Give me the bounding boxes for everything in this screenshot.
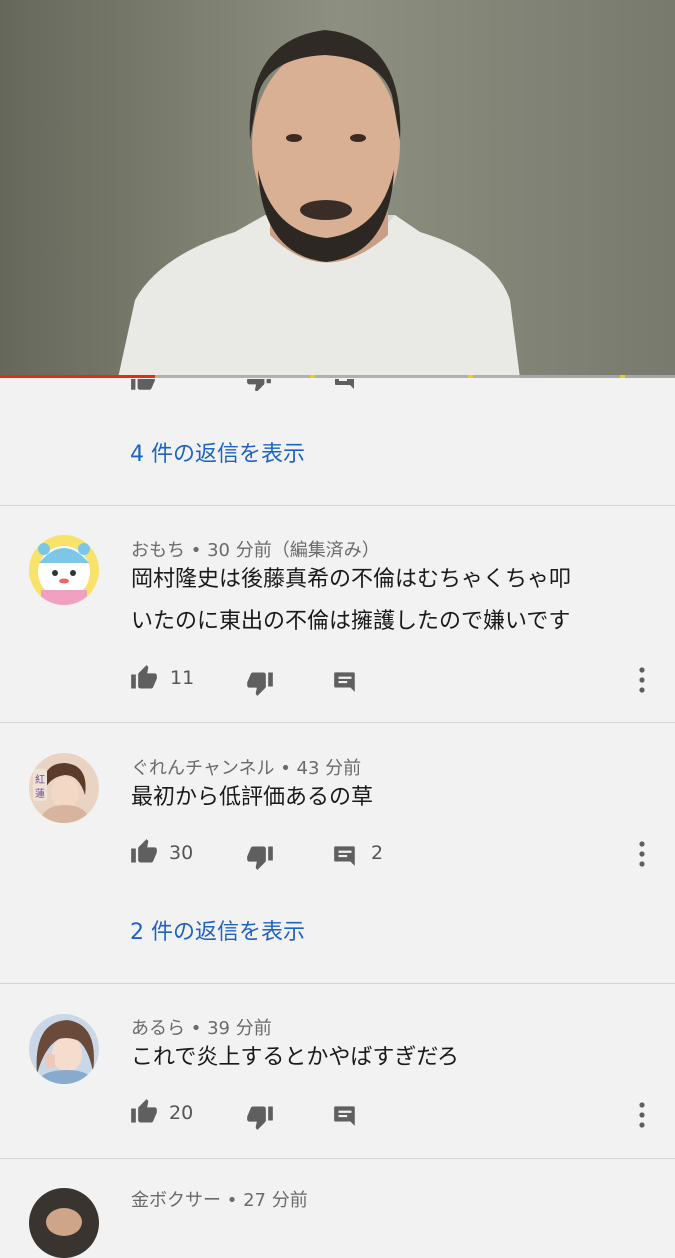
meta-separator: •: [274, 758, 297, 779]
like-icon[interactable]: [130, 664, 158, 692]
avatar[interactable]: [29, 535, 99, 605]
comment-time: 30 分前（編集済み）: [207, 540, 380, 561]
chapter-marker: [468, 375, 473, 378]
meta-separator: •: [185, 1018, 208, 1039]
meta-separator: •: [221, 1190, 244, 1211]
like-count: 30: [169, 842, 194, 864]
comment-time: 43 分前: [296, 758, 362, 779]
comment-author[interactable]: おもち: [131, 540, 185, 561]
svg-text:蓮: 蓮: [35, 787, 45, 800]
comment-text: 最初から低評価あるの草: [131, 777, 651, 819]
comment-text-line: 最初から低評価あるの草: [131, 785, 374, 810]
chapter-marker: [620, 375, 625, 378]
svg-text:紅: 紅: [35, 774, 45, 786]
like-count: 20: [169, 1102, 194, 1124]
comment-meta: 金ボクサー • 27 分前: [131, 1186, 308, 1212]
divider: [0, 983, 675, 984]
more-vert-icon[interactable]: [632, 840, 652, 868]
comment-text: 岡村隆史は後藤真希の不倫はむちゃくちゃ叩 いたのに東出の不倫は擁護したので嫌いで…: [131, 559, 651, 643]
dislike-icon[interactable]: [246, 1103, 274, 1131]
divider: [0, 722, 675, 723]
show-replies-link[interactable]: 4 件の返信を表示: [130, 436, 305, 468]
like-count: 11: [170, 667, 195, 689]
comment-text-line: 岡村隆史は後藤真希の不倫はむちゃくちゃ叩: [131, 567, 572, 592]
comment-author[interactable]: ぐれんチャンネル: [131, 758, 274, 779]
reply-count: 2: [371, 842, 384, 864]
meta-separator: •: [185, 540, 208, 561]
video-progress-bar[interactable]: [0, 375, 675, 378]
more-vert-icon[interactable]: [632, 666, 652, 694]
reply-icon[interactable]: [332, 668, 358, 694]
reply-icon[interactable]: [332, 1102, 358, 1128]
comment-author[interactable]: 金ボクサー: [131, 1190, 221, 1211]
avatar-image: [29, 1014, 99, 1084]
dislike-icon[interactable]: [246, 669, 274, 697]
comment-time: 39 分前: [207, 1018, 272, 1039]
avatar-image: [29, 1188, 99, 1258]
chapter-marker: [310, 375, 315, 378]
comment-time: 27 分前: [243, 1190, 308, 1211]
avatar-image: [29, 535, 99, 605]
comment-text-line: これで炎上するとかやばすぎだろ: [131, 1045, 460, 1070]
avatar[interactable]: [29, 1014, 99, 1084]
previous-comment-actions-clipped: [0, 379, 675, 391]
reply-icon[interactable]: [332, 842, 358, 868]
video-progress-played: [0, 375, 156, 378]
divider: [0, 505, 675, 506]
like-icon[interactable]: [130, 838, 158, 866]
avatar[interactable]: [29, 1188, 99, 1258]
comment-text: これで炎上するとかやばすぎだろ: [131, 1037, 651, 1079]
video-player[interactable]: [0, 0, 675, 378]
reply-icon: [335, 379, 354, 389]
show-replies-link[interactable]: 2 件の返信を表示: [130, 914, 305, 946]
comment-author[interactable]: あるら: [131, 1018, 185, 1039]
like-icon: [131, 379, 155, 390]
dislike-icon[interactable]: [246, 843, 274, 871]
avatar[interactable]: 紅 蓮: [29, 753, 99, 823]
video-frame-image: [0, 0, 675, 378]
like-icon[interactable]: [130, 1098, 158, 1126]
divider: [0, 1158, 675, 1159]
comment-text-line: いたのに東出の不倫は擁護したので嫌いです: [131, 609, 571, 634]
more-vert-icon[interactable]: [632, 1101, 652, 1129]
avatar-image: 紅 蓮: [29, 753, 99, 823]
dislike-icon: [247, 379, 271, 391]
